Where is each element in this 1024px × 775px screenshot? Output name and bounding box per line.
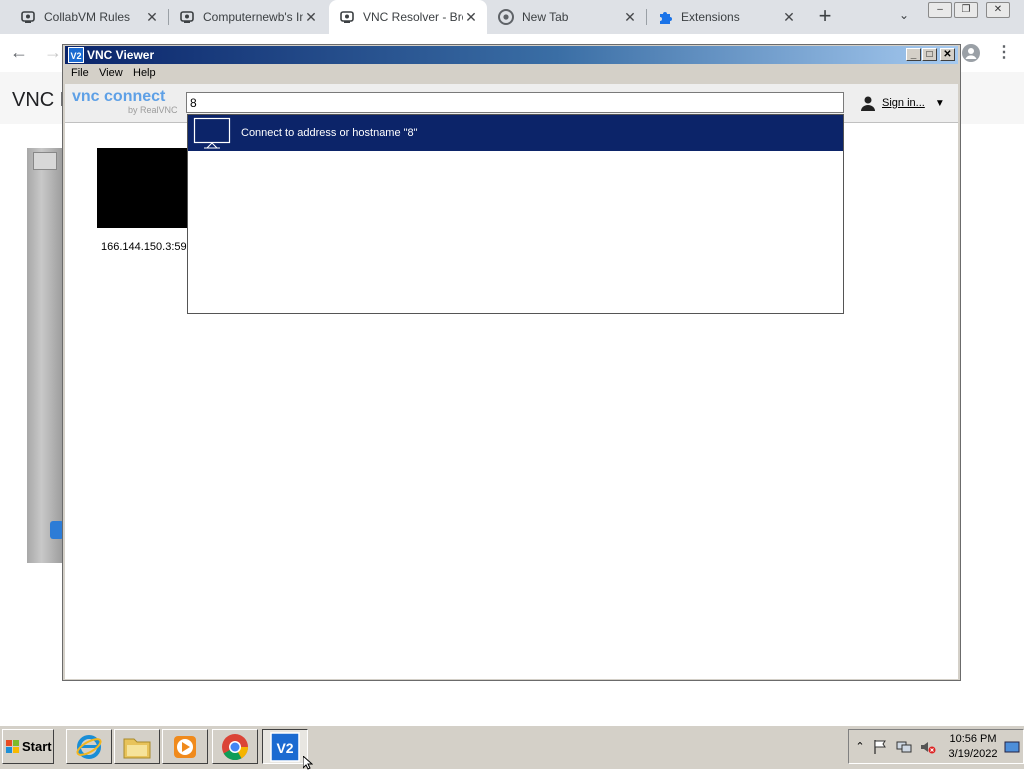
close-icon[interactable]: ✕ [986, 2, 1010, 18]
chrome-taskbar-button[interactable] [212, 729, 258, 764]
collabvm-icon [339, 9, 355, 25]
menu-bar [65, 64, 958, 84]
file-explorer-icon [123, 738, 151, 758]
start-label: Start [22, 739, 52, 754]
vnc-viewer-taskbar-button[interactable]: V2 [262, 729, 308, 764]
connection-thumbnail[interactable] [97, 148, 189, 228]
internet-explorer-button[interactable] [66, 729, 112, 764]
volume-muted-icon[interactable] [920, 739, 936, 755]
minimize-icon[interactable]: _ [906, 48, 921, 61]
puzzle-icon [657, 9, 673, 25]
svg-text:V2: V2 [276, 740, 293, 756]
start-button[interactable]: Start [2, 729, 54, 764]
panel-button[interactable] [33, 152, 57, 170]
restore-icon[interactable]: ❐ [954, 2, 978, 18]
tab-computernewb[interactable]: Computernewb's Internet ✕ [169, 0, 327, 34]
clock-date[interactable]: 3/19/2022 [946, 748, 1000, 760]
network-icon[interactable] [896, 739, 912, 755]
menu-file[interactable]: File [71, 67, 89, 79]
close-tab-icon[interactable]: ✕ [303, 9, 319, 25]
chevron-down-icon[interactable]: ⌄ [894, 8, 914, 28]
collabvm-icon [179, 9, 195, 25]
tab-new-tab[interactable]: New Tab ✕ [488, 0, 646, 34]
dropdown-arrow-icon[interactable]: ▼ [935, 98, 945, 109]
media-player-button[interactable] [162, 729, 208, 764]
logo-subtext: by RealVNC [128, 105, 178, 115]
close-tab-icon[interactable]: ✕ [463, 9, 479, 25]
vnc-connect-logo: vnc connect by RealVNC [72, 88, 180, 118]
close-icon[interactable]: ✕ [940, 48, 955, 61]
tab-extensions[interactable]: Extensions ✕ [647, 0, 805, 34]
address-search-input[interactable] [186, 92, 844, 113]
tab-collabvm-rules[interactable]: CollabVM Rules ✕ [0, 0, 168, 34]
more-menu-icon[interactable]: ⋮ [996, 42, 1012, 62]
back-arrow-icon[interactable]: ← [10, 42, 28, 63]
connection-label: 166.144.150.3:5900 [101, 241, 189, 253]
windows-logo-icon [6, 739, 20, 754]
vnc-viewer-icon: V2 [270, 731, 300, 762]
page-side-panel [27, 148, 63, 563]
menu-help[interactable]: Help [133, 67, 156, 79]
logo-text: vnc connect [72, 88, 166, 105]
close-tab-icon[interactable]: ✕ [144, 9, 160, 25]
chrome-icon [222, 733, 249, 760]
tab-title: Computernewb's Internet [203, 10, 303, 24]
tab-title: VNC Resolver - Browse [363, 10, 463, 24]
chrome-icon [498, 9, 514, 25]
sign-in-button[interactable]: Sign in... ▼ [860, 94, 945, 112]
forward-arrow-icon[interactable]: → [44, 42, 62, 63]
maximize-icon[interactable]: □ [922, 48, 937, 61]
vnc-title-bar[interactable] [65, 46, 958, 64]
tab-title: CollabVM Rules [44, 10, 131, 24]
close-tab-icon[interactable]: ✕ [622, 9, 638, 25]
tab-vnc-resolver[interactable]: VNC Resolver - Browse ✕ [329, 0, 487, 34]
sign-in-label: Sign in... [882, 97, 925, 109]
monitor-icon [193, 117, 231, 149]
window-title: VNC Viewer [87, 48, 155, 62]
media-player-icon [174, 735, 196, 758]
show-hidden-icons-icon[interactable]: ⌃ [852, 739, 868, 755]
close-tab-icon[interactable]: ✕ [781, 9, 797, 25]
menu-view[interactable]: View [99, 67, 123, 79]
tab-title: Extensions [681, 10, 740, 24]
new-tab-button[interactable]: + [812, 4, 838, 30]
file-explorer-button[interactable] [114, 729, 160, 764]
tab-title: New Tab [522, 10, 569, 24]
user-icon [860, 95, 876, 111]
collabvm-icon [20, 9, 36, 25]
internet-explorer-icon [76, 734, 102, 759]
flag-icon[interactable] [872, 739, 888, 755]
suggestion-text: Connect to address or hostname "8" [241, 127, 418, 139]
minimize-icon[interactable]: – [928, 2, 952, 18]
vnc-viewer-icon: V2 [68, 47, 84, 63]
profile-icon[interactable] [962, 44, 980, 62]
clock-time[interactable]: 10:56 PM [946, 733, 1000, 745]
connect-suggestion-item[interactable]: Connect to address or hostname "8" [188, 115, 843, 151]
show-desktop-icon[interactable] [1004, 739, 1020, 755]
